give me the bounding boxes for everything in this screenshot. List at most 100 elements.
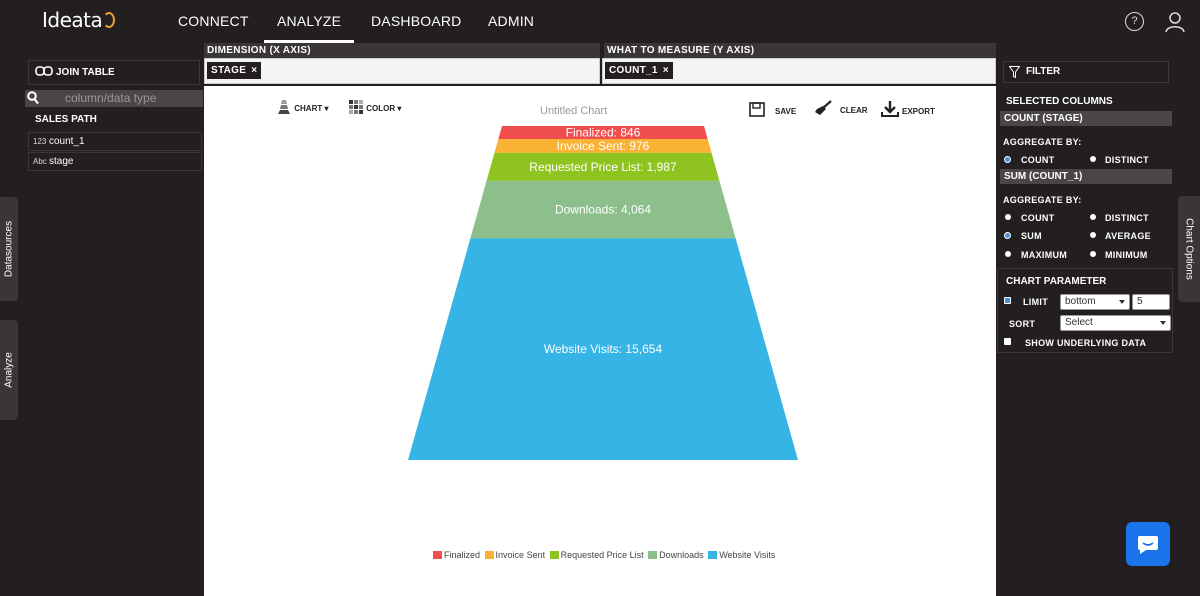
selected-columns-heading: SELECTED COLUMNS xyxy=(1006,96,1113,107)
option-distinct-label: DISTINCT xyxy=(1105,213,1149,223)
numeric-type-icon: 123 xyxy=(33,137,47,146)
option-count-label: COUNT xyxy=(1021,155,1055,165)
join-table-button[interactable]: JOIN TABLE xyxy=(28,60,200,85)
nav-dashboard[interactable]: DASHBOARD xyxy=(371,13,461,29)
filter-icon xyxy=(1009,66,1020,78)
help-icon[interactable]: ? xyxy=(1125,12,1144,31)
radio-distinct[interactable] xyxy=(1090,214,1096,220)
legend-swatch xyxy=(708,551,718,559)
chart-canvas: CHART ▾ COLOR ▾ Untitled Chart SAVE CLEA… xyxy=(204,86,996,596)
column-name: count_1 xyxy=(49,136,85,147)
y-axis-label: WHAT TO MEASURE (Y AXIS) xyxy=(604,43,996,58)
legend-label: Website Visits xyxy=(719,550,776,560)
column-item-count[interactable]: 123 count_1 xyxy=(28,132,202,151)
search-icon xyxy=(27,91,39,105)
join-table-label: JOIN TABLE xyxy=(56,67,115,78)
show-underlying-checkbox[interactable] xyxy=(1004,338,1011,345)
option-sum-label: SUM xyxy=(1021,231,1042,241)
funnel-data-label: Website Visits: 15,654 xyxy=(544,342,663,356)
limit-value-input[interactable]: 5 xyxy=(1132,294,1170,310)
chat-bubble-icon xyxy=(1138,536,1158,554)
funnel-data-label: Finalized: 846 xyxy=(566,125,641,139)
tab-datasources[interactable]: Datasources xyxy=(0,197,18,301)
y-axis-pill-label: COUNT_1 xyxy=(609,65,658,76)
x-axis-remove-icon[interactable]: × xyxy=(251,65,257,76)
x-axis-label: DIMENSION (X AXIS) xyxy=(204,43,600,58)
legend-item-requested-price-list[interactable]: Requested Price List xyxy=(549,550,644,560)
legend-swatch xyxy=(549,551,559,559)
legend-item-finalized[interactable]: Finalized xyxy=(433,550,480,560)
legend-label: Invoice Sent xyxy=(495,550,546,560)
y-axis-pill[interactable]: COUNT_1 × xyxy=(605,62,673,79)
nav-admin[interactable]: ADMIN xyxy=(488,13,534,29)
text-type-icon: Abc xyxy=(33,157,47,166)
filter-button[interactable]: FILTER xyxy=(1003,61,1169,83)
tab-datasources-label: Datasources xyxy=(3,220,15,278)
legend-label: Finalized xyxy=(444,550,481,560)
funnel-data-label: Requested Price List: 1,987 xyxy=(529,160,677,174)
funnel-chart: Finalized: 846Invoice Sent: 976 Requested… xyxy=(408,125,798,460)
radio-sum-selected[interactable] xyxy=(1004,232,1011,239)
legend-item-website-visits[interactable]: Website Visits xyxy=(708,550,775,560)
limit-mode-select[interactable]: bottom xyxy=(1060,294,1130,310)
option-count-label: COUNT xyxy=(1021,213,1055,223)
tab-analyze-label: Analyze xyxy=(3,352,15,388)
sort-value: Select xyxy=(1065,317,1093,328)
search-placeholder: column/data type xyxy=(65,91,157,105)
nav-analyze[interactable]: ANALYZE xyxy=(263,13,355,43)
filter-label: FILTER xyxy=(1026,66,1061,77)
tab-chart-options-label: Chart Options xyxy=(1183,218,1195,280)
y-axis-remove-icon[interactable]: × xyxy=(663,65,669,76)
legend-item-invoice-sent[interactable]: Invoice Sent xyxy=(484,550,546,560)
chat-button[interactable] xyxy=(1126,522,1170,566)
radio-count-selected[interactable] xyxy=(1004,156,1011,163)
option-maximum-label: MAXIMUM xyxy=(1021,250,1068,260)
radio-maximum[interactable] xyxy=(1005,251,1011,257)
x-axis-pill[interactable]: STAGE × xyxy=(207,62,262,79)
column-item-stage[interactable]: Abc stage xyxy=(28,152,202,171)
funnel-data-label: Invoice Sent: 976 xyxy=(557,139,650,153)
legend-item-downloads[interactable]: Downloads xyxy=(648,550,704,560)
app-logo[interactable]: Ideata xyxy=(42,8,116,32)
sort-label: SORT xyxy=(1009,319,1036,329)
limit-value-text: 5 xyxy=(1137,296,1143,307)
option-distinct-label: DISTINCT xyxy=(1105,155,1149,165)
radio-average[interactable] xyxy=(1090,232,1096,238)
funnel-data-label: Downloads: 4,064 xyxy=(555,203,651,217)
column-name: stage xyxy=(49,156,74,167)
limit-label: LIMIT xyxy=(1023,297,1048,307)
legend-swatch xyxy=(648,551,658,559)
legend-label: Requested Price List xyxy=(560,550,644,560)
limit-checkbox[interactable] xyxy=(1004,297,1011,304)
user-icon[interactable] xyxy=(1164,11,1186,33)
limit-mode-value: bottom xyxy=(1065,296,1096,307)
count-stage-section: COUNT (STAGE) xyxy=(1000,111,1172,126)
sum-count-section: SUM (COUNT_1) xyxy=(1000,169,1172,184)
option-minimum-label: MINIMUM xyxy=(1105,250,1148,260)
option-average-label: AVERAGE xyxy=(1105,231,1151,241)
radio-count[interactable] xyxy=(1005,214,1011,220)
logo-text: Ideata xyxy=(42,8,103,32)
show-underlying-label: SHOW UNDERLYING DATA xyxy=(1025,338,1147,348)
aggregate-by-label: AGGREGATE BY: xyxy=(1003,137,1082,147)
radio-minimum[interactable] xyxy=(1090,251,1096,257)
chevron-down-icon xyxy=(1160,321,1166,325)
sort-select[interactable]: Select xyxy=(1060,315,1171,331)
tab-analyze[interactable]: Analyze xyxy=(0,320,18,420)
chart-legend: Finalized Invoice Sent Requested Price L… xyxy=(433,550,777,560)
aggregate-by-label: AGGREGATE BY: xyxy=(1003,195,1082,205)
x-axis-pill-label: STAGE xyxy=(211,65,247,76)
top-nav-bar: Ideata CONNECT ANALYZE DASHBOARD ADMIN ? xyxy=(0,0,1200,43)
tab-chart-options[interactable]: Chart Options xyxy=(1178,196,1200,302)
column-search-input[interactable]: column/data type xyxy=(25,90,203,107)
legend-label: Downloads xyxy=(659,550,704,560)
nav-connect[interactable]: CONNECT xyxy=(178,13,249,29)
y-axis-dropzone[interactable]: COUNT_1 × xyxy=(602,58,996,84)
legend-swatch xyxy=(484,551,494,559)
chevron-down-icon xyxy=(1119,300,1125,304)
x-axis-dropzone[interactable]: STAGE × xyxy=(204,58,600,84)
sales-path-heading: SALES PATH xyxy=(35,114,97,125)
link-icon xyxy=(35,66,53,76)
radio-distinct[interactable] xyxy=(1090,156,1096,162)
legend-swatch xyxy=(433,551,442,559)
